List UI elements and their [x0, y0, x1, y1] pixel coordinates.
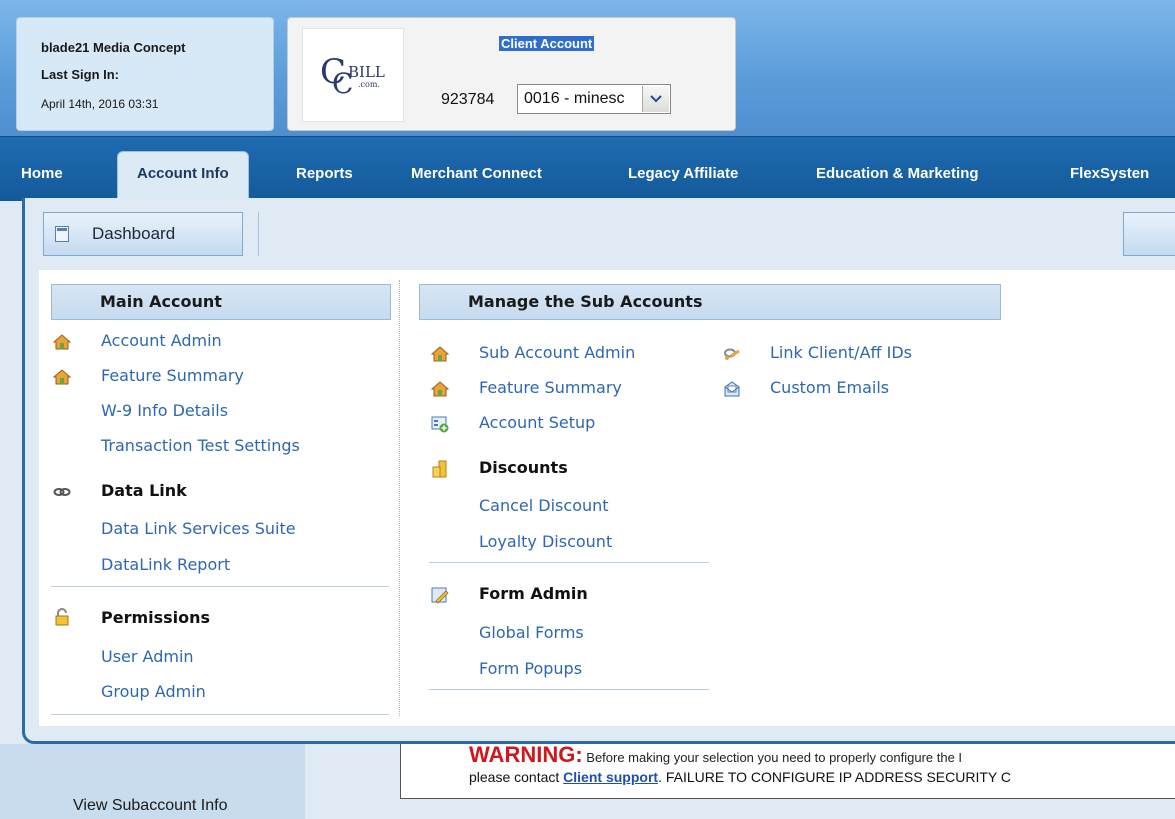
menu-area: Main Account Account Admin Feature Summa…	[39, 270, 1175, 726]
warning-line-2: please contact Client support. FAILURE T…	[469, 769, 1011, 785]
datalink-report-link[interactable]: DataLink Report	[101, 555, 230, 574]
nav-home[interactable]: Home	[21, 165, 63, 182]
loyalty-discount-link[interactable]: Loyalty Discount	[479, 532, 612, 551]
client-account-card: C C BILL .com. Client Account 923784 001…	[287, 17, 736, 131]
main-account-title: Main Account	[100, 292, 222, 311]
view-subaccount-info-link[interactable]: View Subaccount Info	[73, 797, 227, 815]
ccbill-logo: C C BILL .com.	[302, 28, 404, 122]
nav-merchant-connect[interactable]: Merchant Connect	[411, 165, 542, 182]
feature-summary-link[interactable]: Feature Summary	[101, 366, 244, 385]
subaccount-select-value: 0016 - minesc	[524, 90, 625, 107]
permissions-heading: Permissions	[101, 608, 211, 627]
nav-reports[interactable]: Reports	[296, 165, 353, 182]
link-client-aff-ids-link[interactable]: Link Client/Aff IDs	[770, 343, 912, 362]
nav-education-marketing[interactable]: Education & Marketing	[816, 165, 979, 182]
client-id: 923784	[441, 91, 495, 108]
chain-link-icon	[53, 488, 71, 496]
warning-text-2b: . FAILURE TO CONFIGURE IP ADDRESS SECURI…	[658, 769, 1011, 785]
client-account-title: Client Account	[499, 36, 595, 51]
padlock-icon	[55, 608, 69, 626]
column-divider	[399, 280, 400, 716]
user-name: blade21 Media Concept	[41, 40, 186, 55]
sub-account-admin-link[interactable]: Sub Account Admin	[479, 343, 635, 362]
warning-label: WARNING:	[469, 744, 583, 767]
warning-text-1: Before making your selection you need to…	[582, 750, 963, 765]
chevron-down-icon[interactable]	[642, 86, 669, 112]
divider	[51, 586, 389, 587]
nav-account-info[interactable]: Account Info	[117, 151, 249, 200]
custom-emails-link[interactable]: Custom Emails	[770, 378, 889, 397]
dashboard-icon	[55, 226, 69, 242]
sub-accounts-title: Manage the Sub Accounts	[468, 292, 703, 311]
form-popups-link[interactable]: Form Popups	[479, 659, 582, 678]
group-admin-link[interactable]: Group Admin	[101, 682, 206, 701]
main-nav: Home Account Info Reports Merchant Conne…	[0, 136, 1175, 201]
data-link-services-suite-link[interactable]: Data Link Services Suite	[101, 519, 296, 538]
svg-text:.com.: .com.	[358, 80, 380, 89]
transaction-test-settings-link[interactable]: Transaction Test Settings	[101, 436, 300, 455]
toolbar-button-right[interactable]	[1123, 212, 1175, 256]
cancel-discount-link[interactable]: Cancel Discount	[479, 496, 609, 515]
divider	[429, 562, 709, 563]
warning-text-2a: please contact	[469, 769, 564, 785]
account-setup-link[interactable]: Account Setup	[479, 413, 595, 432]
client-support-link[interactable]: Client support	[563, 769, 658, 785]
main-account-header: Main Account	[51, 284, 391, 320]
account-setup-icon	[431, 416, 449, 433]
subaccount-select[interactable]: 0016 - minesc	[517, 84, 671, 114]
global-forms-link[interactable]: Global Forms	[479, 623, 584, 642]
ccbill-logo-icon: C C BILL .com.	[320, 52, 385, 100]
home-icon	[53, 334, 71, 350]
dashboard-button[interactable]: Dashboard	[43, 212, 243, 256]
nav-legacy-affiliate[interactable]: Legacy Affiliate	[628, 165, 738, 182]
divider	[429, 689, 709, 690]
form-edit-icon	[431, 587, 449, 604]
last-sign-in-date: April 14th, 2016 03:31	[41, 97, 159, 111]
discounts-heading: Discounts	[479, 458, 568, 477]
svg-text:BILL: BILL	[348, 63, 385, 81]
link-ids-icon	[724, 348, 740, 360]
sub-feature-summary-link[interactable]: Feature Summary	[479, 378, 622, 397]
nav-flexsystem[interactable]: FlexSysten	[1070, 165, 1149, 182]
form-admin-heading: Form Admin	[479, 584, 588, 603]
user-admin-link[interactable]: User Admin	[101, 647, 194, 666]
warning-line-1: WARNING: Before making your selection yo…	[469, 744, 962, 768]
home-icon	[53, 369, 71, 385]
home-icon	[431, 346, 449, 362]
sub-accounts-header: Manage the Sub Accounts	[419, 284, 1001, 320]
dashboard-label: Dashboard	[92, 224, 176, 243]
w9-info-details-link[interactable]: W-9 Info Details	[101, 401, 228, 420]
data-link-heading: Data Link	[101, 481, 187, 500]
warning-box: WARNING: Before making your selection yo…	[400, 744, 1175, 799]
coins-icon	[432, 460, 447, 478]
email-icon	[724, 381, 740, 397]
top-banner: blade21 Media Concept Last Sign In: Apri…	[0, 0, 1175, 136]
toolbar-divider	[258, 212, 259, 256]
home-icon	[431, 381, 449, 397]
user-info-card: blade21 Media Concept Last Sign In: Apri…	[16, 17, 274, 131]
last-sign-in-label: Last Sign In:	[41, 67, 119, 82]
account-info-dropdown-panel: Dashboard Main Account Account Admin Fea…	[22, 198, 1175, 744]
divider	[51, 714, 389, 715]
account-admin-link[interactable]: Account Admin	[101, 331, 222, 350]
